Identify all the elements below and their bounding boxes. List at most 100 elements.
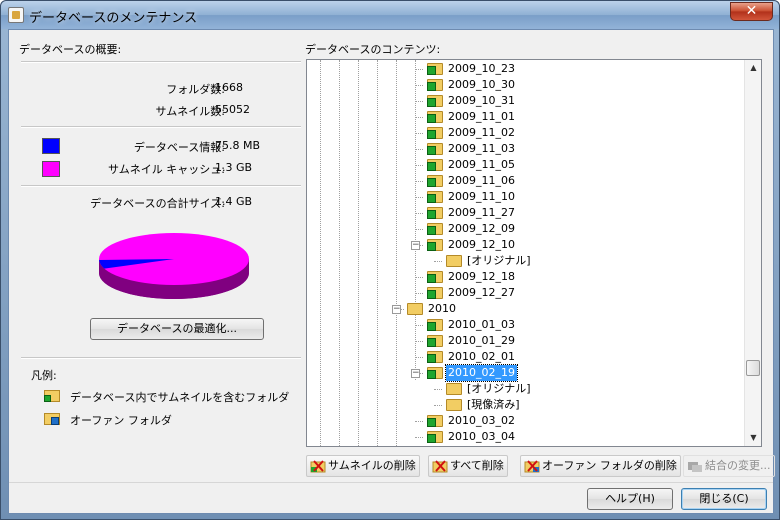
- tree-connector: [415, 437, 423, 438]
- tree-row-label: 2009_10_23: [448, 62, 515, 75]
- close-window-button[interactable]: ✕: [730, 2, 773, 21]
- tree-row-label: [オリジナル]: [467, 382, 531, 395]
- db-info-swatch: [42, 138, 60, 154]
- cache-label: サムネイル キャッシュ:: [108, 163, 225, 176]
- scroll-down-arrow-icon[interactable]: ▼: [746, 430, 761, 446]
- tree-connector: [434, 261, 442, 262]
- close-button[interactable]: 閉じる(C): [681, 488, 767, 510]
- tree-connector: [415, 165, 423, 166]
- tree-connector: [415, 181, 423, 182]
- tree-connector: [415, 277, 423, 278]
- tree-connector: [415, 421, 423, 422]
- help-button[interactable]: ヘルプ(H): [587, 488, 673, 510]
- collapse-toggle-icon[interactable]: −: [411, 241, 420, 250]
- folder-icon: [446, 255, 462, 267]
- title-bar[interactable]: データベースのメンテナンス ✕: [1, 1, 779, 29]
- delete-thumbnails-label: サムネイルの削除: [328, 459, 416, 472]
- change-merge-button[interactable]: 結合の変更...: [683, 455, 775, 477]
- tree-guide-line: [320, 60, 321, 446]
- tree-guide-line: [339, 60, 340, 446]
- thumb-count-value: 55052: [215, 103, 250, 116]
- tree-connector: [415, 85, 423, 86]
- folder-with-thumbs-icon: [427, 175, 443, 187]
- tree-row-label: 2009_12_27: [448, 286, 515, 299]
- tree-row-label: 2010: [428, 302, 456, 315]
- tree-connector: [434, 389, 442, 390]
- legend-heading: 凡例:: [31, 369, 57, 382]
- usage-pie-chart: [99, 233, 249, 299]
- collapse-toggle-icon[interactable]: −: [411, 369, 420, 378]
- tree-connector: [434, 405, 442, 406]
- legend-thumbs-folder: データベース内でサムネイルを含むフォルダ: [70, 391, 290, 404]
- divider: [21, 61, 301, 63]
- folder-icon: [446, 399, 462, 411]
- database-tree[interactable]: 2009_10_23 2009_10_30 2009_10_31 2009_11_01…: [306, 59, 762, 447]
- folder-with-thumbs-icon: [427, 79, 443, 91]
- dialog-window: データベースのメンテナンス ✕ データベースの概要: フォルダ数: 1668 サ…: [0, 0, 780, 520]
- tree-row-label: 2010_03_02: [448, 414, 515, 427]
- delete-all-button[interactable]: すべて削除: [428, 455, 508, 477]
- tree-row-label: 2009_12_09: [448, 222, 515, 235]
- cache-swatch: [42, 161, 60, 177]
- legend-orphan-folder: オーファン フォルダ: [70, 414, 172, 427]
- tree-row-label: 2010_03_04: [448, 430, 515, 443]
- divider: [21, 185, 301, 187]
- contents-heading: データベースのコンテンツ:: [305, 43, 441, 56]
- tree-row-label: 2010_02_01: [448, 350, 515, 363]
- tree-row-label: 2009_12_10: [448, 238, 515, 251]
- dialog-body: データベースの概要: フォルダ数: 1668 サムネイル数: 55052 データ…: [8, 29, 775, 514]
- footer-divider: [9, 482, 773, 483]
- folder-with-thumbs-icon: [427, 271, 443, 283]
- folder-with-thumbs-icon: [427, 431, 443, 443]
- folder-with-thumbs-icon: [427, 239, 443, 251]
- scroll-up-arrow-icon[interactable]: ▲: [746, 60, 761, 76]
- tree-row-label: 2009_11_01: [448, 110, 515, 123]
- divider: [21, 357, 301, 359]
- folder-with-thumbs-icon: [427, 143, 443, 155]
- folder-with-thumbs-icon: [427, 415, 443, 427]
- delete-thumbnail-icon: [310, 460, 326, 473]
- app-icon: [8, 7, 24, 23]
- orphan-folder-icon: [44, 413, 60, 425]
- tree-connector: [415, 69, 423, 70]
- total-size-value: 1.4 GB: [215, 195, 253, 208]
- tree-scrollbar[interactable]: ▲ ▼: [744, 60, 761, 446]
- folder-with-thumbs-icon: [427, 335, 443, 347]
- delete-orphan-folders-label: オーファン フォルダの削除: [542, 459, 677, 472]
- tree-row-label: [オリジナル]: [467, 254, 531, 267]
- folder-icon: [446, 383, 462, 395]
- tree-guide-line: [358, 60, 359, 446]
- tree-row-label: 2009_10_31: [448, 94, 515, 107]
- change-merge-label: 結合の変更...: [705, 459, 771, 472]
- collapse-toggle-icon[interactable]: −: [392, 305, 401, 314]
- folder-with-thumbs-icon: [427, 319, 443, 331]
- merge-folders-icon: [688, 462, 702, 472]
- delete-thumbnails-button[interactable]: サムネイルの削除: [306, 455, 420, 477]
- tree-connector: [415, 117, 423, 118]
- folder-with-thumbs-icon: [427, 127, 443, 139]
- window-title: データベースのメンテナンス: [29, 11, 198, 26]
- folder-count-value: 1668: [215, 81, 243, 94]
- delete-all-icon: [432, 460, 448, 473]
- folder-with-thumbs-icon: [427, 191, 443, 203]
- tree-row-label: 2009_12_18: [448, 270, 515, 283]
- delete-orphan-folders-button[interactable]: オーファン フォルダの削除: [520, 455, 681, 477]
- tree-connector: [415, 229, 423, 230]
- folder-with-thumbs-icon: [427, 63, 443, 75]
- tree-row-label: 2009_10_30: [448, 78, 515, 91]
- db-info-label: データベース情報:: [133, 141, 225, 154]
- folder-with-thumbs-icon: [427, 95, 443, 107]
- scroll-thumb[interactable]: [746, 360, 760, 376]
- folder-with-thumbs-icon: [427, 159, 443, 171]
- tree-guide-line: [377, 60, 378, 446]
- tree-guide-line: [415, 60, 416, 380]
- tree-guide-line: [396, 60, 397, 446]
- tree-connector: [415, 293, 423, 294]
- tree-row-label: 2010_01_03: [448, 318, 515, 331]
- optimize-database-button[interactable]: データベースの最適化...: [90, 318, 264, 340]
- delete-orphan-icon: [524, 460, 540, 473]
- overview-heading: データベースの概要:: [19, 43, 122, 56]
- tree-connector: [415, 197, 423, 198]
- tree-connector: [415, 341, 423, 342]
- tree-connector: [415, 325, 423, 326]
